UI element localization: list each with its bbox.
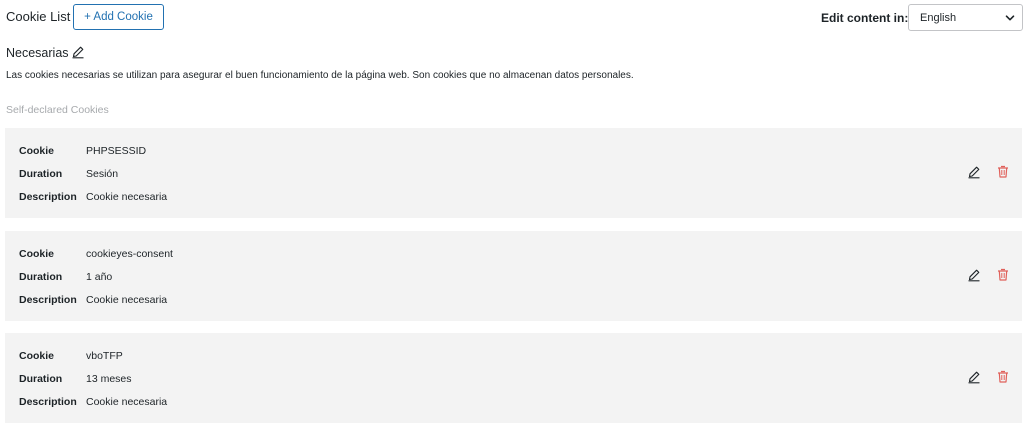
category-title: Necesarias <box>6 46 69 60</box>
trash-icon[interactable] <box>997 370 1009 383</box>
cookie-duration: 13 meses <box>86 373 132 385</box>
top-bar: Cookie List + Add Cookie Edit content in… <box>0 0 1024 34</box>
cookie-card: Cookie cookieyes-consent Duration 1 año … <box>5 231 1022 321</box>
add-cookie-button[interactable]: + Add Cookie <box>73 4 164 30</box>
edit-content-label: Edit content in: <box>821 11 909 25</box>
cookie-duration: 1 año <box>86 271 113 283</box>
pencil-icon[interactable] <box>967 165 981 179</box>
cookie-label: Cookie <box>19 145 55 157</box>
trash-icon[interactable] <box>997 268 1009 281</box>
cookie-label: Cookie <box>19 248 55 260</box>
pencil-icon[interactable] <box>967 268 981 282</box>
pencil-icon[interactable] <box>71 45 85 59</box>
language-select-value: English <box>920 11 957 24</box>
section-label: Self-declared Cookies <box>6 104 109 116</box>
trash-icon[interactable] <box>997 165 1009 178</box>
description-label: Description <box>19 191 77 203</box>
cookie-card: Cookie vboTFP Duration 13 meses Descript… <box>5 333 1022 423</box>
duration-label: Duration <box>19 373 63 385</box>
category-description: Las cookies necesarias se utilizan para … <box>6 70 634 81</box>
description-label: Description <box>19 396 77 408</box>
cookie-card: Cookie PHPSESSID Duration Sesión Descrip… <box>5 128 1022 218</box>
cookie-description: Cookie necesaria <box>86 191 168 203</box>
cookie-name: PHPSESSID <box>86 145 147 157</box>
description-label: Description <box>19 294 77 306</box>
duration-label: Duration <box>19 168 63 180</box>
cookie-description: Cookie necesaria <box>86 396 168 408</box>
chevron-down-icon <box>1005 15 1015 21</box>
language-select[interactable]: English <box>908 4 1023 31</box>
cookie-name: cookieyes-consent <box>86 248 173 260</box>
duration-label: Duration <box>19 271 63 283</box>
cookie-name: vboTFP <box>86 350 123 362</box>
pencil-icon[interactable] <box>967 370 981 384</box>
cookie-duration: Sesión <box>86 168 119 180</box>
cookie-description: Cookie necesaria <box>86 294 168 306</box>
page-title: Cookie List <box>6 9 71 24</box>
cookie-label: Cookie <box>19 350 55 362</box>
